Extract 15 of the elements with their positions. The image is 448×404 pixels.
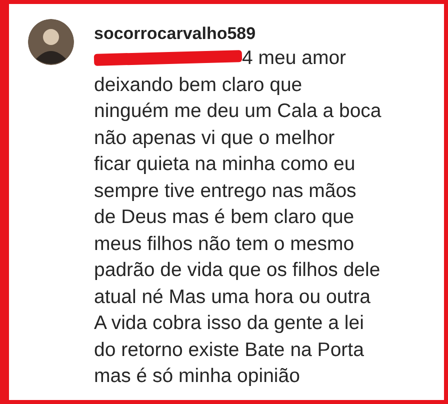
comment-text: atual né Mas uma hora ou outra — [94, 284, 372, 310]
comment-text: mas é só minha opinião — [94, 364, 301, 389]
comment-text: deixando bem claro que — [94, 72, 304, 98]
comment-text: A vida cobra isso da gente a lei — [94, 311, 365, 336]
comment-text: ninguém me deu um Cala a boca — [94, 99, 382, 124]
username[interactable]: socorrocarvalho589 — [94, 23, 382, 45]
comment-text: meus filhos não tem o mesmo — [94, 232, 356, 256]
comment-text: de Deus mas é bem claro que — [94, 205, 356, 230]
comment-text: ficar quieta na minha como eu — [94, 152, 356, 177]
comment-text: 4 meu amor — [242, 46, 346, 71]
comment-text: padrão de vida que os filhos dele — [94, 258, 382, 283]
comment-text: não apenas vi que o melhor — [94, 126, 336, 150]
comment-text: do retorno existe Bate na Porta — [94, 338, 365, 362]
comment-text: sempre tive entrego nas mãos — [94, 178, 358, 204]
avatar-icon — [28, 19, 74, 65]
